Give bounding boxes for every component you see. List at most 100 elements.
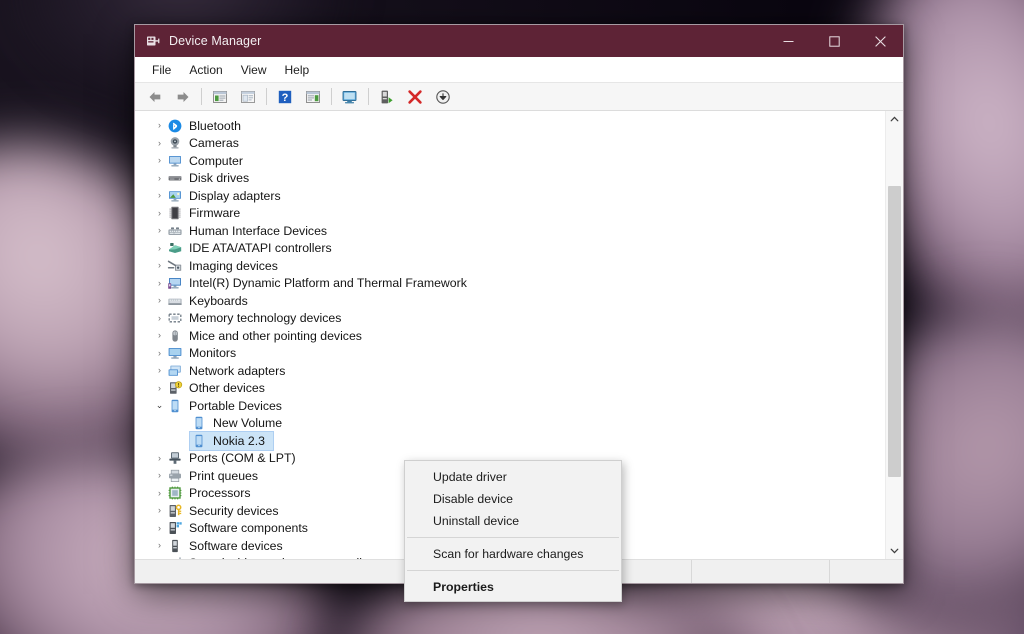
toolbar-separator-3 [331,88,332,105]
chevron-right-icon[interactable]: › [153,139,166,148]
tree-item[interactable]: ›Firmware [135,205,885,223]
chevron-right-icon[interactable]: › [153,191,166,200]
chevron-right-icon[interactable]: › [153,454,166,463]
uninstall-device-icon[interactable] [403,86,427,108]
tree-item-content[interactable]: Display adapters [166,187,289,205]
tree-item-content[interactable]: Nokia 2.3 [190,432,273,450]
tree-item-content[interactable]: Bluetooth [166,117,249,135]
tree-item[interactable]: ›Cameras [135,135,885,153]
tree-item[interactable]: ›Intel(R) Dynamic Platform and Thermal F… [135,275,885,293]
tree-item[interactable]: ›Memory technology devices [135,310,885,328]
menu-action[interactable]: Action [180,60,231,80]
tree-vertical-scrollbar[interactable] [885,111,903,559]
tree-item[interactable]: ›!Other devices [135,380,885,398]
context-menu-item[interactable]: Scan for hardware changes [405,543,621,565]
disable-device-icon[interactable] [431,86,455,108]
update-driver-icon[interactable] [375,86,399,108]
tree-item-content[interactable]: IDE ATA/ATAPI controllers [166,239,340,257]
tree-item[interactable]: ›Monitors [135,345,885,363]
chevron-right-icon[interactable]: › [153,541,166,550]
chevron-right-icon[interactable]: › [153,261,166,270]
tree-item[interactable]: ›Keyboards [135,292,885,310]
tree-item[interactable]: ›Bluetooth [135,117,885,135]
tree-item-content[interactable]: Intel(R) Dynamic Platform and Thermal Fr… [166,274,475,292]
tree-item-content[interactable]: Sound, video and game controllers [166,554,387,559]
tree-item[interactable]: ›Display adapters [135,187,885,205]
tree-item-content[interactable]: Security devices [166,502,287,520]
tree-item-label: Network adapters [189,364,289,378]
chevron-right-icon[interactable]: › [153,506,166,515]
menu-file[interactable]: File [143,60,180,80]
chevron-right-icon[interactable]: › [153,331,166,340]
show-hide-action-pane-icon[interactable] [301,86,325,108]
tree-item-content[interactable]: Mice and other pointing devices [166,327,370,345]
tree-item-content[interactable]: Processors [166,484,259,502]
scroll-up-arrow-icon[interactable] [886,111,903,128]
context-menu-item[interactable]: Uninstall device [405,510,621,532]
tree-item-content[interactable]: Disk drives [166,169,257,187]
tree-item-content[interactable]: Firmware [166,204,248,222]
maximize-button[interactable] [811,25,857,57]
chevron-right-icon[interactable]: › [153,156,166,165]
tree-item-content[interactable]: Human Interface Devices [166,222,335,240]
context-menu-item[interactable]: Properties [405,576,621,598]
chevron-right-icon[interactable]: › [153,314,166,323]
chevron-right-icon[interactable]: › [153,349,166,358]
tree-item-content[interactable]: Print queues [166,467,266,485]
tree-item-content[interactable]: New Volume [190,414,290,432]
chevron-right-icon[interactable]: › [153,279,166,288]
scan-for-hardware-changes-icon[interactable] [338,86,362,108]
chevron-right-icon[interactable]: › [153,524,166,533]
tree-item[interactable]: › Network adapters [135,362,885,380]
chevron-right-icon[interactable]: › [153,226,166,235]
tree-item[interactable]: New Volume [135,415,885,433]
device-context-menu[interactable]: Update driverDisable deviceUninstall dev… [404,460,622,602]
tree-item-content[interactable]: Software devices [166,537,291,555]
tree-item[interactable]: ⌄Portable Devices [135,397,885,415]
tree-item-content[interactable]: Software components [166,519,316,537]
minimize-button[interactable] [765,25,811,57]
tree-item-content[interactable]: Portable Devices [166,397,290,415]
hid-icon [167,223,183,239]
chevron-right-icon[interactable]: › [153,174,166,183]
tree-item-content[interactable]: Ports (COM & LPT) [166,449,304,467]
tree-item-content[interactable]: Network adapters [166,362,293,380]
close-button[interactable] [857,25,903,57]
window-titlebar[interactable]: Device Manager [135,25,903,57]
computer-icon [167,153,183,169]
tree-item-content[interactable]: Computer [166,152,251,170]
tree-item[interactable]: ›Disk drives [135,170,885,188]
scroll-down-arrow-icon[interactable] [886,542,903,559]
tree-item[interactable]: ›Imaging devices [135,257,885,275]
tree-item[interactable]: ›Human Interface Devices [135,222,885,240]
chevron-right-icon[interactable]: › [153,244,166,253]
tree-item-content[interactable]: Memory technology devices [166,309,349,327]
chevron-right-icon[interactable]: › [153,384,166,393]
chevron-right-icon[interactable]: › [153,209,166,218]
context-menu-item[interactable]: Disable device [405,488,621,510]
scrollbar-thumb[interactable] [888,186,901,477]
chevron-right-icon[interactable]: › [153,296,166,305]
chevron-down-icon[interactable]: ⌄ [153,401,166,410]
chevron-right-icon[interactable]: › [153,121,166,130]
chevron-right-icon[interactable]: › [153,366,166,375]
tree-item-content[interactable]: Cameras [166,134,247,152]
chevron-right-icon[interactable]: › [153,471,166,480]
menu-view[interactable]: View [232,60,276,80]
back-icon[interactable] [143,86,167,108]
help-icon[interactable]: ? [273,86,297,108]
show-hide-console-tree-icon[interactable] [208,86,232,108]
tree-item[interactable]: ›Computer [135,152,885,170]
tree-item[interactable]: ›IDE ATA/ATAPI controllers [135,240,885,258]
chevron-right-icon[interactable]: › [153,489,166,498]
tree-item-content[interactable]: Keyboards [166,292,256,310]
tree-item[interactable]: ›Mice and other pointing devices [135,327,885,345]
tree-item-content[interactable]: Monitors [166,344,244,362]
tree-item-content[interactable]: Imaging devices [166,257,286,275]
tree-item[interactable]: Nokia 2.3 [135,432,885,450]
context-menu-item[interactable]: Update driver [405,466,621,488]
menu-help[interactable]: Help [276,60,319,80]
tree-item-content[interactable]: !Other devices [166,379,273,397]
forward-icon[interactable] [171,86,195,108]
properties-icon[interactable] [236,86,260,108]
